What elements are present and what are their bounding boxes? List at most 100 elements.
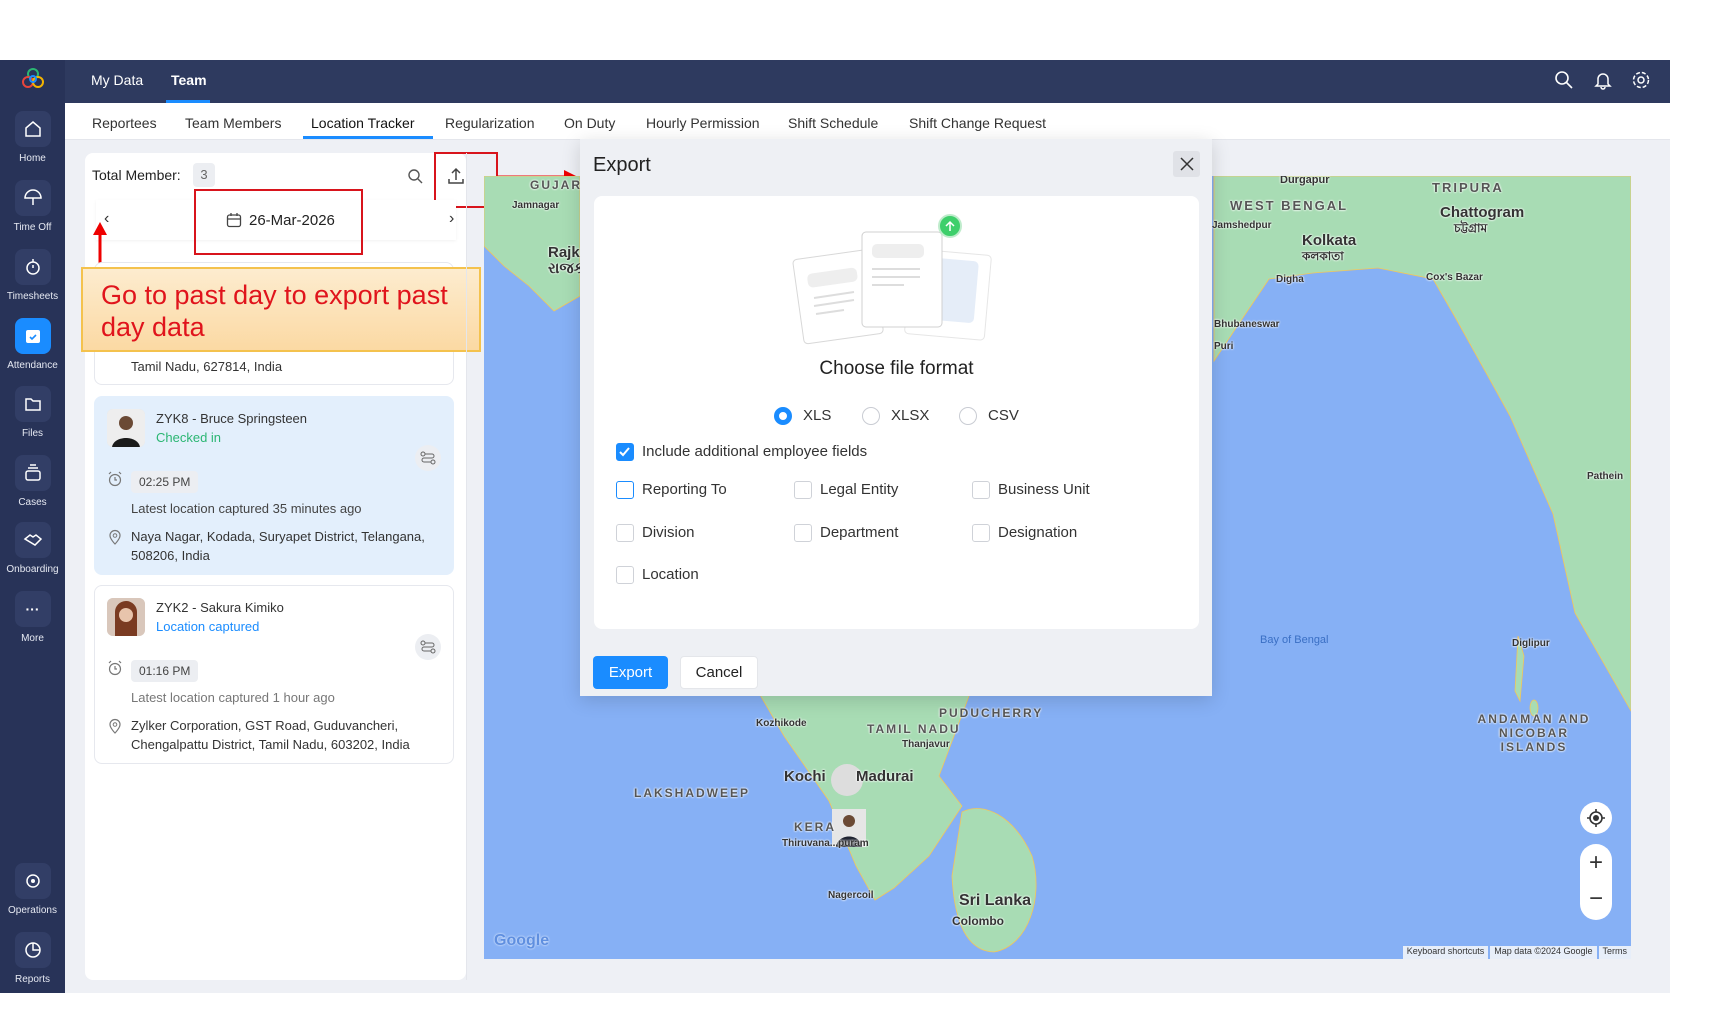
sidebar-item-files[interactable]: Files [0, 386, 65, 439]
bell-icon[interactable] [1593, 70, 1613, 90]
sidebar-label: Reports [14, 974, 50, 985]
radio-xlsx[interactable] [862, 407, 880, 425]
tab-shift-schedule[interactable]: Shift Schedule [788, 115, 878, 131]
export-submit-button[interactable]: Export [593, 656, 668, 689]
tab-shift-change-request[interactable]: Shift Change Request [909, 115, 1046, 131]
map-label: Pathein [1587, 471, 1624, 482]
tab-location-tracker[interactable]: Location Tracker [311, 115, 415, 131]
alarm-clock-icon [108, 660, 122, 676]
field-label: Legal Entity [820, 481, 899, 498]
latest-location-text: Latest location captured 35 minutes ago [131, 501, 362, 516]
location-pin-icon [109, 718, 121, 734]
member-status: Location captured [156, 619, 260, 634]
latest-location-text: Latest location captured 1 hour ago [131, 690, 335, 705]
checkbox-reporting-to[interactable] [616, 481, 634, 499]
checkbox-location[interactable] [616, 566, 634, 584]
search-member-button[interactable] [400, 161, 430, 191]
sidebar-item-cases[interactable]: Cases [0, 455, 65, 508]
top-bar [0, 60, 1670, 103]
cancel-button[interactable]: Cancel [680, 656, 758, 689]
map-label: চট্টগ্রাম [1454, 221, 1488, 235]
map-label: Colombo [952, 914, 1004, 928]
export-options-card: Choose file format XLS XLSX CSV Include … [594, 196, 1199, 629]
sidebar-item-operations[interactable]: Operations [0, 863, 65, 916]
sidebar-item-attendance[interactable]: Attendance [0, 318, 65, 371]
map-label: PUDUCHERRY [939, 706, 1044, 720]
route-button[interactable] [415, 634, 441, 660]
sidebar-item-onboarding[interactable]: Onboarding [0, 522, 65, 575]
checkbox-designation[interactable] [972, 524, 990, 542]
sidebar-label: Cases [18, 497, 47, 508]
sidebar-label: Onboarding [6, 564, 59, 575]
checkbox-department[interactable] [794, 524, 812, 542]
member-card[interactable]: ZYK8 - Bruce Springsteen Checked in 02:2… [94, 396, 454, 575]
callout-text: Go to past day to export past day data [101, 280, 448, 342]
gear-icon[interactable] [1631, 70, 1651, 90]
radio-label-xlsx: XLSX [891, 407, 930, 424]
keyboard-shortcuts-link[interactable]: Keyboard shortcuts [1402, 946, 1489, 959]
map-label: Bhubaneswar [1214, 319, 1280, 330]
include-fields-label: Include additional employee fields [642, 443, 868, 460]
sidebar-label: Home [19, 153, 46, 164]
terms-link[interactable]: Terms [1598, 946, 1631, 959]
home-icon [14, 111, 51, 147]
field-label: Designation [998, 524, 1078, 541]
map-label: Diglipur [1512, 638, 1550, 649]
nav-my-data[interactable]: My Data [91, 72, 143, 88]
search-icon [408, 169, 423, 184]
tab-team-members[interactable]: Team Members [185, 115, 281, 131]
checkbox-business-unit[interactable] [972, 481, 990, 499]
include-fields-checkbox[interactable] [616, 443, 634, 461]
close-button[interactable] [1173, 151, 1200, 177]
map-label: Digha [1276, 274, 1304, 285]
map-label: KERA [794, 820, 837, 834]
member-address: Zylker Corporation, GST Road, Guduvanche… [131, 718, 410, 752]
map-label: ANDAMAN AND NICOBAR ISLANDS [1477, 712, 1591, 754]
map-label: Sri Lanka [959, 892, 1032, 909]
map-footer: Keyboard shortcuts Map data ©2024 Google… [1402, 946, 1631, 959]
stopwatch-icon [14, 249, 51, 285]
checkbox-legal-entity[interactable] [794, 481, 812, 499]
operations-icon [14, 863, 51, 899]
my-location-button[interactable] [1580, 802, 1612, 834]
field-label: Division [642, 524, 695, 541]
search-icon[interactable] [1554, 70, 1574, 90]
member-card[interactable]: ZYK2 - Sakura Kimiko Location captured 0… [94, 585, 454, 764]
next-day-button[interactable]: › [449, 210, 454, 228]
google-logo: Google [494, 932, 550, 949]
member-name: ZYK2 - Sakura Kimiko [156, 600, 284, 615]
sidebar-item-reports[interactable]: Reports [0, 932, 65, 985]
map-label: WEST BENGAL [1230, 198, 1349, 213]
sidebar-label: Attendance [7, 360, 58, 371]
sidebar-item-home[interactable]: Home [0, 111, 65, 164]
active-tab-indicator [303, 136, 433, 139]
arrow-up-annotation [93, 222, 107, 266]
more-icon: ··· [14, 591, 51, 627]
radio-xls[interactable] [774, 407, 792, 425]
total-member-count: 3 [193, 163, 215, 187]
field-label: Reporting To [642, 481, 727, 498]
crosshair-icon [1587, 809, 1605, 827]
zoom-in-button[interactable]: + [1580, 844, 1612, 882]
sidebar-item-more[interactable]: ··· More [0, 591, 65, 644]
sidebar-item-timesheets[interactable]: Timesheets [0, 249, 65, 302]
member-address: Naya Nagar, Kodada, Suryapet District, T… [131, 529, 425, 563]
checkbox-division[interactable] [616, 524, 634, 542]
route-button[interactable] [415, 445, 441, 471]
tab-regularization[interactable]: Regularization [445, 115, 535, 131]
map-label: Madurai [856, 768, 914, 785]
total-member-label: Total Member: [92, 167, 181, 183]
tab-on-duty[interactable]: On Duty [564, 115, 615, 131]
annotation-callout: Go to past day to export past day data [81, 267, 481, 352]
map-label: Jamshedpur [1212, 220, 1272, 231]
nav-team[interactable]: Team [171, 72, 207, 88]
map-label: Kolkata [1302, 232, 1357, 249]
radio-csv[interactable] [959, 407, 977, 425]
tab-hourly-permission[interactable]: Hourly Permission [646, 115, 760, 131]
tab-bar: Reportees Team Members Location Tracker … [65, 103, 1670, 140]
map-label: Cox's Bazar [1426, 272, 1483, 283]
sidebar-item-time-off[interactable]: Time Off [0, 180, 65, 233]
tab-reportees[interactable]: Reportees [92, 115, 157, 131]
zoom-out-button[interactable]: − [1580, 882, 1612, 920]
export-illustration [792, 214, 992, 345]
